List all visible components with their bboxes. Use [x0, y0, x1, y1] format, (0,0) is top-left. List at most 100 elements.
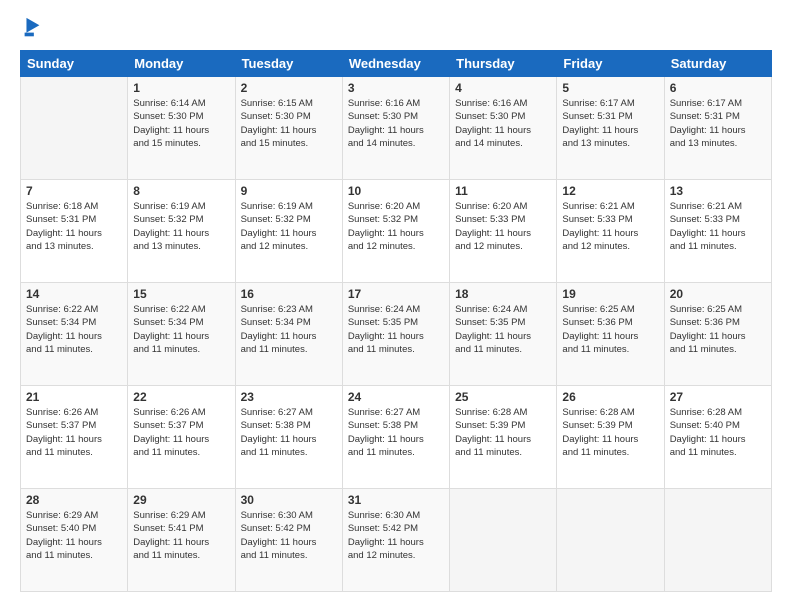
calendar-cell: 16 Sunrise: 6:23 AM Sunset: 5:34 PM Dayli… [235, 283, 342, 386]
calendar-cell: 18Sunrise: 6:24 AM Sunset: 5:35 PM Dayli… [450, 283, 557, 386]
calendar-cell: 11Sunrise: 6:20 AM Sunset: 5:33 PM Dayli… [450, 180, 557, 283]
day-info: Sunrise: 6:17 AM Sunset: 5:31 PM Dayligh… [670, 97, 766, 150]
calendar-cell: 9 Sunrise: 6:19 AM Sunset: 5:32 PM Daylig… [235, 180, 342, 283]
day-number: 16 [241, 287, 337, 301]
day-number: 24 [348, 390, 444, 404]
day-number: 14 [26, 287, 122, 301]
day-info: Sunrise: 6:27 AM Sunset: 5:38 PM Dayligh… [348, 406, 444, 459]
calendar-cell: 12Sunrise: 6:21 AM Sunset: 5:33 PM Dayli… [557, 180, 664, 283]
day-number: 10 [348, 184, 444, 198]
calendar-cell: 26 Sunrise: 6:28 AM Sunset: 5:39 PM Dayli… [557, 386, 664, 489]
calendar-cell: 4 Sunrise: 6:16 AM Sunset: 5:30 PM Daylig… [450, 77, 557, 180]
header [20, 20, 772, 40]
logo-icon [22, 16, 42, 40]
day-number: 31 [348, 493, 444, 507]
calendar-header-saturday: Saturday [664, 51, 771, 77]
day-number: 9 [241, 184, 337, 198]
day-number: 2 [241, 81, 337, 95]
day-number: 3 [348, 81, 444, 95]
day-number: 22 [133, 390, 229, 404]
day-info: Sunrise: 6:28 AM Sunset: 5:39 PM Dayligh… [562, 406, 658, 459]
day-info: Sunrise: 6:21 AM Sunset: 5:33 PM Dayligh… [562, 200, 658, 253]
day-info: Sunrise: 6:25 AM Sunset: 5:36 PM Dayligh… [562, 303, 658, 356]
day-info: Sunrise: 6:23 AM Sunset: 5:34 PM Dayligh… [241, 303, 337, 356]
calendar-header-sunday: Sunday [21, 51, 128, 77]
calendar-header-wednesday: Wednesday [342, 51, 449, 77]
calendar-cell [557, 489, 664, 592]
day-number: 7 [26, 184, 122, 198]
day-info: Sunrise: 6:19 AM Sunset: 5:32 PM Dayligh… [133, 200, 229, 253]
calendar-cell: 1 Sunrise: 6:14 AM Sunset: 5:30 PM Daylig… [128, 77, 235, 180]
day-info: Sunrise: 6:26 AM Sunset: 5:37 PM Dayligh… [26, 406, 122, 459]
calendar-header-monday: Monday [128, 51, 235, 77]
day-info: Sunrise: 6:14 AM Sunset: 5:30 PM Dayligh… [133, 97, 229, 150]
day-info: Sunrise: 6:18 AM Sunset: 5:31 PM Dayligh… [26, 200, 122, 253]
calendar-cell: 3 Sunrise: 6:16 AM Sunset: 5:30 PM Daylig… [342, 77, 449, 180]
day-info: Sunrise: 6:30 AM Sunset: 5:42 PM Dayligh… [241, 509, 337, 562]
day-number: 4 [455, 81, 551, 95]
logo [20, 20, 42, 40]
calendar-cell: 27Sunrise: 6:28 AM Sunset: 5:40 PM Dayli… [664, 386, 771, 489]
calendar-cell: 7 Sunrise: 6:18 AM Sunset: 5:31 PM Daylig… [21, 180, 128, 283]
calendar-cell: 6 Sunrise: 6:17 AM Sunset: 5:31 PM Daylig… [664, 77, 771, 180]
calendar-cell [450, 489, 557, 592]
calendar-cell: 25 Sunrise: 6:28 AM Sunset: 5:39 PM Dayli… [450, 386, 557, 489]
calendar-cell [21, 77, 128, 180]
day-number: 29 [133, 493, 229, 507]
day-number: 19 [562, 287, 658, 301]
day-number: 21 [26, 390, 122, 404]
day-number: 27 [670, 390, 766, 404]
calendar-cell: 17Sunrise: 6:24 AM Sunset: 5:35 PM Dayli… [342, 283, 449, 386]
calendar-cell: 8 Sunrise: 6:19 AM Sunset: 5:32 PM Daylig… [128, 180, 235, 283]
calendar-week-row: 7 Sunrise: 6:18 AM Sunset: 5:31 PM Daylig… [21, 180, 772, 283]
day-info: Sunrise: 6:29 AM Sunset: 5:40 PM Dayligh… [26, 509, 122, 562]
day-number: 23 [241, 390, 337, 404]
day-number: 11 [455, 184, 551, 198]
day-number: 28 [26, 493, 122, 507]
day-number: 17 [348, 287, 444, 301]
calendar-cell: 20 Sunrise: 6:25 AM Sunset: 5:36 PM Dayli… [664, 283, 771, 386]
calendar-cell: 21 Sunrise: 6:26 AM Sunset: 5:37 PM Dayli… [21, 386, 128, 489]
day-number: 1 [133, 81, 229, 95]
calendar-cell: 10 Sunrise: 6:20 AM Sunset: 5:32 PM Dayli… [342, 180, 449, 283]
day-number: 15 [133, 287, 229, 301]
calendar-week-row: 14 Sunrise: 6:22 AM Sunset: 5:34 PM Dayli… [21, 283, 772, 386]
day-info: Sunrise: 6:16 AM Sunset: 5:30 PM Dayligh… [455, 97, 551, 150]
day-number: 5 [562, 81, 658, 95]
day-number: 30 [241, 493, 337, 507]
day-info: Sunrise: 6:15 AM Sunset: 5:30 PM Dayligh… [241, 97, 337, 150]
calendar-cell: 29Sunrise: 6:29 AM Sunset: 5:41 PM Dayli… [128, 489, 235, 592]
calendar-cell [664, 489, 771, 592]
calendar-cell: 2 Sunrise: 6:15 AM Sunset: 5:30 PM Daylig… [235, 77, 342, 180]
day-info: Sunrise: 6:20 AM Sunset: 5:32 PM Dayligh… [348, 200, 444, 253]
day-info: Sunrise: 6:30 AM Sunset: 5:42 PM Dayligh… [348, 509, 444, 562]
day-info: Sunrise: 6:27 AM Sunset: 5:38 PM Dayligh… [241, 406, 337, 459]
calendar-cell: 24 Sunrise: 6:27 AM Sunset: 5:38 PM Dayli… [342, 386, 449, 489]
page: SundayMondayTuesdayWednesdayThursdayFrid… [0, 0, 792, 612]
day-info: Sunrise: 6:22 AM Sunset: 5:34 PM Dayligh… [26, 303, 122, 356]
day-info: Sunrise: 6:26 AM Sunset: 5:37 PM Dayligh… [133, 406, 229, 459]
day-info: Sunrise: 6:28 AM Sunset: 5:39 PM Dayligh… [455, 406, 551, 459]
day-number: 26 [562, 390, 658, 404]
day-number: 6 [670, 81, 766, 95]
day-number: 18 [455, 287, 551, 301]
day-number: 13 [670, 184, 766, 198]
day-info: Sunrise: 6:16 AM Sunset: 5:30 PM Dayligh… [348, 97, 444, 150]
day-number: 8 [133, 184, 229, 198]
day-info: Sunrise: 6:19 AM Sunset: 5:32 PM Dayligh… [241, 200, 337, 253]
day-number: 20 [670, 287, 766, 301]
calendar-cell: 19 Sunrise: 6:25 AM Sunset: 5:36 PM Dayli… [557, 283, 664, 386]
day-info: Sunrise: 6:25 AM Sunset: 5:36 PM Dayligh… [670, 303, 766, 356]
day-info: Sunrise: 6:22 AM Sunset: 5:34 PM Dayligh… [133, 303, 229, 356]
calendar-cell: 22 Sunrise: 6:26 AM Sunset: 5:37 PM Dayli… [128, 386, 235, 489]
day-info: Sunrise: 6:21 AM Sunset: 5:33 PM Dayligh… [670, 200, 766, 253]
calendar-header-row: SundayMondayTuesdayWednesdayThursdayFrid… [21, 51, 772, 77]
day-number: 25 [455, 390, 551, 404]
calendar-week-row: 1 Sunrise: 6:14 AM Sunset: 5:30 PM Daylig… [21, 77, 772, 180]
calendar-week-row: 28 Sunrise: 6:29 AM Sunset: 5:40 PM Dayli… [21, 489, 772, 592]
calendar-cell: 5Sunrise: 6:17 AM Sunset: 5:31 PM Daylig… [557, 77, 664, 180]
calendar-header-friday: Friday [557, 51, 664, 77]
calendar-cell: 28 Sunrise: 6:29 AM Sunset: 5:40 PM Dayli… [21, 489, 128, 592]
calendar-cell: 15 Sunrise: 6:22 AM Sunset: 5:34 PM Dayli… [128, 283, 235, 386]
calendar-table: SundayMondayTuesdayWednesdayThursdayFrid… [20, 50, 772, 592]
